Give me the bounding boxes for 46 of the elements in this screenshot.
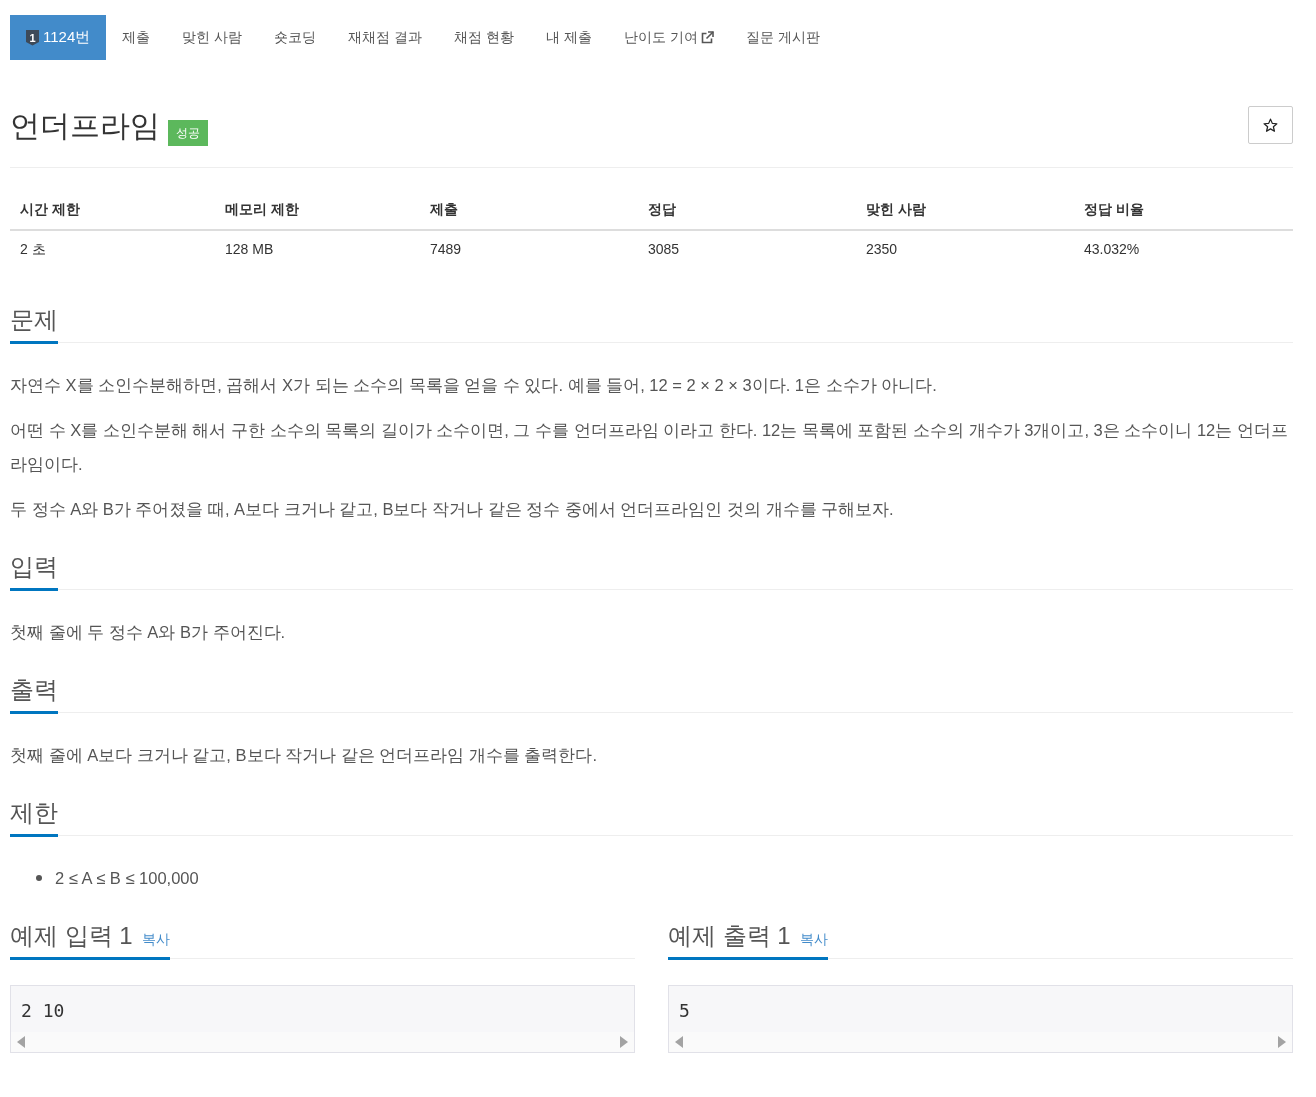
right-arrow-icon[interactable] bbox=[620, 1036, 628, 1048]
nav-tab[interactable]: 질문 게시판 bbox=[729, 15, 836, 60]
column-header: 정답 비율 bbox=[1084, 201, 1144, 217]
table-cell: 3085 bbox=[648, 241, 680, 257]
left-arrow-icon[interactable] bbox=[17, 1036, 25, 1048]
section-heading: 출력 bbox=[10, 675, 58, 705]
right-arrow-icon[interactable] bbox=[1278, 1036, 1286, 1048]
nav-tab[interactable]: 난이도 기여 bbox=[607, 15, 730, 60]
section-heading: 문제 bbox=[10, 305, 58, 335]
paragraph: 첫째 줄에 A보다 크거나 같고, B보다 작거나 같은 언더프라임 개수를 출력한다. bbox=[10, 745, 599, 766]
paragraph: 첫째 줄에 두 정수 A와 B가 주어진다. bbox=[10, 622, 287, 643]
nav-tab[interactable]: 재채점 결과 bbox=[332, 15, 439, 60]
paragraph: 어떤 수 X를 소인수분해 해서 구한 소수의 목록의 길이가 소수이면, 그 수를 언더프라임 이라고 한다. 12는 목록에 포함된 소수의 개수가 3개이고, 3은 소수이니 12는 언더프라임이다. bbox=[10, 420, 1289, 475]
paragraph: 두 정수 A와 B가 주어졌을 때, A보다 크거나 같고, B보다 작거나 같은 정수 중에서 언더프라임인 것의 개수를 구해보자. bbox=[10, 499, 895, 520]
column-header: 메모리 제한 bbox=[225, 201, 299, 217]
section-heading: 제한 bbox=[10, 798, 58, 828]
table-cell: 2 초 bbox=[20, 241, 46, 257]
table-cell: 2350 bbox=[866, 241, 898, 257]
copy-link[interactable]: 복사 bbox=[799, 931, 828, 949]
list-item-text: 2 ≤ A ≤ B ≤ 100,000 bbox=[55, 868, 199, 888]
table-cell: 128 MB bbox=[225, 241, 274, 257]
column-header: 제출 bbox=[430, 201, 458, 217]
table-cell: 7489 bbox=[430, 241, 462, 257]
nav-tab[interactable]: 채점 현황 bbox=[438, 15, 530, 60]
table-cell: 43.032% bbox=[1084, 241, 1140, 257]
level-badge: 1 bbox=[26, 29, 39, 46]
bullet-icon bbox=[36, 875, 42, 881]
section-heading: 입력 bbox=[10, 552, 58, 582]
left-arrow-icon[interactable] bbox=[675, 1036, 683, 1048]
nav-tab[interactable]: 숏코딩 bbox=[258, 15, 333, 60]
column-header: 시간 제한 bbox=[20, 201, 80, 217]
section-heading: 예제 출력 1 bbox=[668, 921, 791, 951]
status-badge: 성공 bbox=[168, 120, 208, 146]
column-header: 맞힌 사람 bbox=[866, 201, 926, 217]
nav-tab[interactable]: 맞힌 사람 bbox=[166, 15, 259, 60]
nav-tab[interactable]: 제출 bbox=[106, 15, 167, 60]
code-text: 2 10 bbox=[20, 999, 66, 1023]
favorite-button[interactable] bbox=[1248, 106, 1293, 144]
code-text: 5 bbox=[678, 999, 691, 1023]
nav-tab[interactable]: 내 제출 bbox=[529, 15, 608, 60]
copy-link[interactable]: 복사 bbox=[141, 931, 170, 949]
section-heading: 예제 입력 1 bbox=[10, 921, 133, 951]
paragraph: 자연수 X를 소인수분해하면, 곱해서 X가 되는 소수의 목록을 얻을 수 있다. 예를 들어, 12 = 2 × 2 × 3이다. 1은 소수가 아니다. bbox=[10, 375, 938, 396]
problem-title: 언더프라임 bbox=[10, 108, 160, 144]
column-header: 정답 bbox=[648, 201, 676, 217]
nav-tab[interactable]: 1 1124번 bbox=[10, 15, 107, 60]
